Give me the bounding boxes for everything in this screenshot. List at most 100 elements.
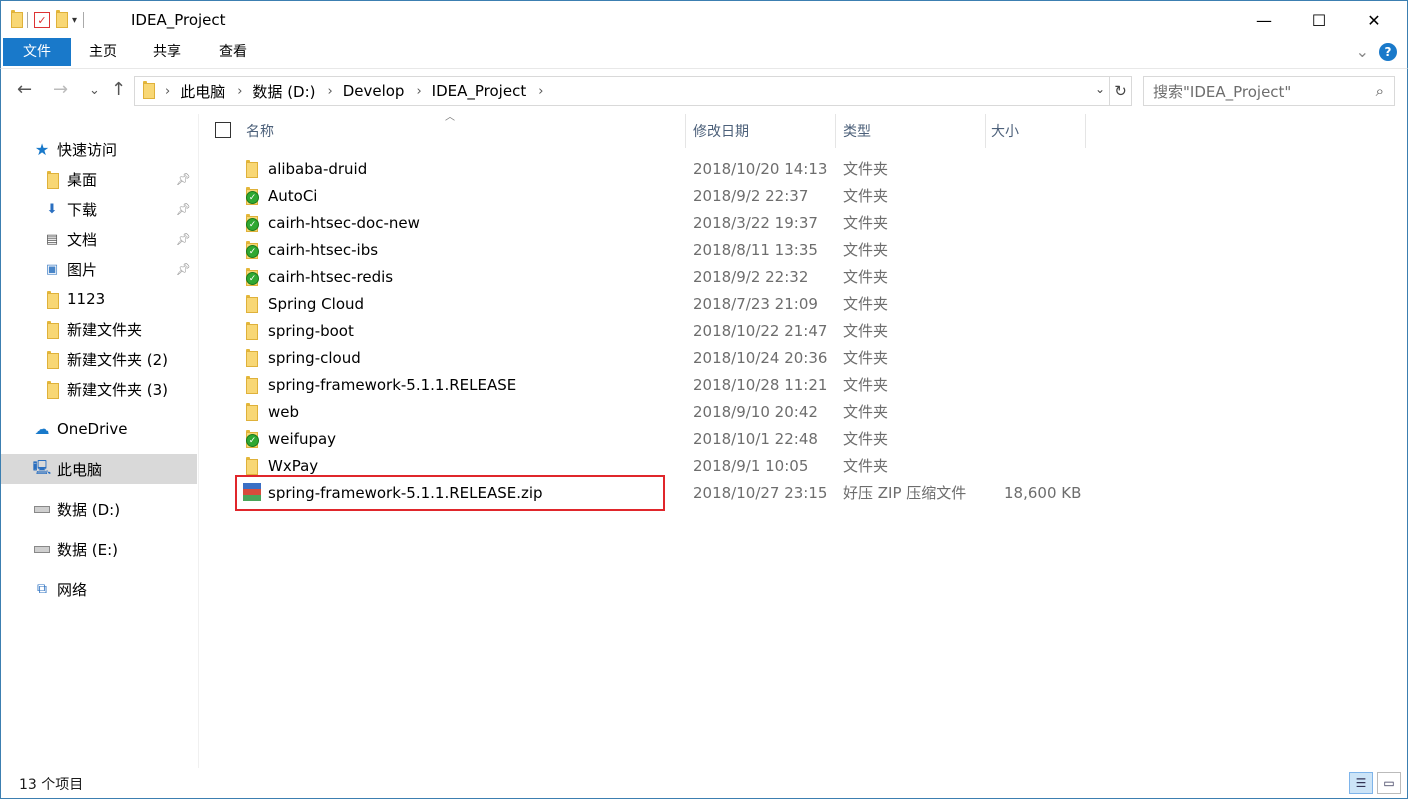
forward-button[interactable]: → bbox=[53, 79, 68, 100]
maximize-button[interactable]: ☐ bbox=[1296, 1, 1342, 39]
column-divider[interactable] bbox=[835, 114, 836, 148]
list-item[interactable]: ✓ cairh-htsec-doc-new 2018/3/22 19:37 文件… bbox=[234, 209, 1284, 236]
sidebar-item-label: 新建文件夹 bbox=[67, 320, 143, 339]
drive-icon bbox=[33, 540, 51, 558]
pin-icon[interactable]: 📌︎ bbox=[176, 262, 191, 276]
list-item[interactable]: ✓ weifupay 2018/10/1 22:48 文件夹 bbox=[234, 425, 1284, 452]
cloud-icon: ☁ bbox=[34, 420, 50, 438]
folder-icon bbox=[243, 160, 259, 178]
tab-home[interactable]: 主页 bbox=[71, 38, 135, 66]
sidebar-item-label: 网络 bbox=[57, 580, 88, 599]
chevron-right-icon[interactable]: › bbox=[328, 84, 333, 99]
file-date: 2018/9/2 22:37 bbox=[693, 186, 809, 205]
network-icon: ⧉ bbox=[37, 581, 47, 597]
file-type: 文件夹 bbox=[843, 403, 889, 421]
sidebar-item-desktop[interactable]: 桌面 📌︎ bbox=[1, 164, 197, 194]
address-bar[interactable]: › 此电脑 › 数据 (D:) › Develop › IDEA_Project… bbox=[134, 76, 1110, 106]
folder-synced-icon: ✓ bbox=[243, 187, 259, 205]
column-divider[interactable] bbox=[685, 114, 686, 148]
folder-icon bbox=[43, 290, 61, 309]
sidebar-item-pictures[interactable]: ▣ 图片 📌︎ bbox=[1, 254, 197, 284]
file-date: 2018/9/1 10:05 bbox=[693, 456, 809, 475]
column-divider[interactable] bbox=[1085, 114, 1086, 148]
column-header-date[interactable]: 修改日期 bbox=[693, 114, 749, 148]
customize-toolbar-icon[interactable]: ▾ bbox=[72, 15, 77, 26]
details-view-button[interactable]: ☰ bbox=[1349, 772, 1373, 794]
pin-icon[interactable]: 📌︎ bbox=[176, 172, 191, 186]
sidebar-item-documents[interactable]: ▤ 文档 📌︎ bbox=[1, 224, 197, 254]
download-folder-icon: ⬇ bbox=[46, 201, 58, 217]
column-header-name[interactable]: 名称 bbox=[246, 114, 274, 148]
sidebar-item-new-folder-3[interactable]: 新建文件夹 (3) bbox=[1, 374, 197, 404]
folder-icon bbox=[11, 10, 23, 30]
list-item[interactable]: spring-cloud 2018/10/24 20:36 文件夹 bbox=[234, 344, 1284, 371]
pin-icon[interactable]: 📌︎ bbox=[176, 232, 191, 246]
breadcrumb-develop[interactable]: Develop bbox=[343, 82, 405, 100]
tab-view[interactable]: 查看 bbox=[201, 38, 265, 66]
folder-icon bbox=[43, 320, 61, 339]
toolbar-divider bbox=[83, 12, 85, 28]
sidebar-item-label: 文档 bbox=[67, 230, 98, 249]
sidebar-item-quick-access[interactable]: ★ 快速访问 bbox=[1, 134, 197, 164]
pin-icon[interactable]: 📌︎ bbox=[176, 202, 191, 216]
list-item[interactable]: spring-boot 2018/10/22 21:47 文件夹 bbox=[234, 317, 1284, 344]
column-header-size[interactable]: 大小 bbox=[991, 114, 1019, 148]
sidebar-item-drive-d[interactable]: 数据 (D:) bbox=[1, 494, 197, 524]
large-icons-view-button[interactable]: ▭ bbox=[1377, 772, 1401, 794]
computer-icon: 🖳︎ bbox=[32, 460, 52, 476]
list-item[interactable]: ✓ cairh-htsec-redis 2018/9/2 22:32 文件夹 bbox=[234, 263, 1284, 290]
minimize-button[interactable]: — bbox=[1241, 1, 1287, 39]
chevron-down-icon[interactable]: ⌄ bbox=[1356, 42, 1369, 61]
list-item[interactable]: spring-framework-5.1.1.RELEASE 2018/10/2… bbox=[234, 371, 1284, 398]
file-list: ︿ 名称 修改日期 类型 大小 alibaba-druid 2018/10/20… bbox=[199, 112, 1408, 768]
search-icon[interactable]: ⌕ bbox=[1376, 82, 1384, 100]
up-button[interactable]: ↑ bbox=[111, 79, 126, 100]
select-all-checkbox[interactable] bbox=[215, 122, 231, 138]
highlight-box bbox=[235, 475, 665, 511]
sidebar-item-downloads[interactable]: ⬇ 下载 📌︎ bbox=[1, 194, 197, 224]
chevron-right-icon[interactable]: › bbox=[237, 84, 242, 99]
sidebar-item-new-folder-2[interactable]: 新建文件夹 (2) bbox=[1, 344, 197, 374]
sidebar-item-new-folder[interactable]: 新建文件夹 bbox=[1, 314, 197, 344]
tab-file[interactable]: 文件 bbox=[3, 38, 71, 66]
list-item[interactable]: Spring Cloud 2018/7/23 21:09 文件夹 bbox=[234, 290, 1284, 317]
sidebar-item-label: OneDrive bbox=[57, 420, 128, 438]
properties-icon[interactable]: ✓ bbox=[34, 12, 50, 28]
help-icon[interactable]: ? bbox=[1379, 42, 1397, 61]
list-item[interactable]: ✓ cairh-htsec-ibs 2018/8/11 13:35 文件夹 bbox=[234, 236, 1284, 263]
sidebar-item-drive-e[interactable]: 数据 (E:) bbox=[1, 534, 197, 564]
file-date: 2018/9/10 20:42 bbox=[693, 402, 818, 421]
refresh-button[interactable]: ↻ bbox=[1110, 76, 1132, 106]
breadcrumb-idea-project[interactable]: IDEA_Project bbox=[432, 82, 527, 100]
chevron-right-icon[interactable]: › bbox=[165, 84, 170, 99]
sidebar-item-1123[interactable]: 1123 bbox=[1, 284, 197, 314]
sidebar-item-network[interactable]: ⧉ 网络 bbox=[1, 574, 197, 604]
file-name: weifupay bbox=[268, 429, 337, 448]
breadcrumb-this-pc[interactable]: 此电脑 bbox=[180, 81, 225, 102]
close-button[interactable]: ✕ bbox=[1351, 1, 1397, 39]
file-type: 文件夹 bbox=[843, 268, 889, 286]
chevron-right-icon[interactable]: › bbox=[416, 84, 421, 99]
file-name: cairh-htsec-doc-new bbox=[268, 213, 420, 232]
chevron-down-icon[interactable]: ⌄ bbox=[1095, 82, 1105, 96]
tab-share[interactable]: 共享 bbox=[135, 38, 199, 66]
column-divider[interactable] bbox=[985, 114, 986, 148]
list-item[interactable]: alibaba-druid 2018/10/20 14:13 文件夹 bbox=[234, 155, 1284, 182]
sidebar-item-this-pc[interactable]: 🖳︎ 此电脑 bbox=[1, 454, 197, 484]
column-header-type[interactable]: 类型 bbox=[843, 114, 871, 148]
back-button[interactable]: ← bbox=[17, 79, 32, 100]
file-name: spring-framework-5.1.1.RELEASE bbox=[268, 375, 517, 394]
new-folder-icon[interactable] bbox=[56, 10, 68, 30]
list-item[interactable]: web 2018/9/10 20:42 文件夹 bbox=[234, 398, 1284, 425]
list-item[interactable]: ✓ AutoCi 2018/9/2 22:37 文件夹 bbox=[234, 182, 1284, 209]
recent-locations-button[interactable]: ⌄ bbox=[89, 83, 100, 98]
chevron-right-icon[interactable]: › bbox=[538, 84, 543, 99]
breadcrumb-drive-d[interactable]: 数据 (D:) bbox=[252, 81, 315, 102]
star-icon: ★ bbox=[34, 139, 50, 159]
sidebar-item-onedrive[interactable]: ☁ OneDrive bbox=[1, 414, 197, 444]
ribbon: 文件 主页 共享 查看 ⌄ ? bbox=[0, 38, 1408, 68]
search-input[interactable]: 搜索"IDEA_Project" ⌕ bbox=[1143, 76, 1395, 106]
title-bar: ✓ ▾ IDEA_Project — ☐ ✕ bbox=[0, 0, 1408, 38]
folder-synced-icon: ✓ bbox=[243, 430, 259, 448]
file-date: 2018/7/23 21:09 bbox=[693, 294, 818, 313]
